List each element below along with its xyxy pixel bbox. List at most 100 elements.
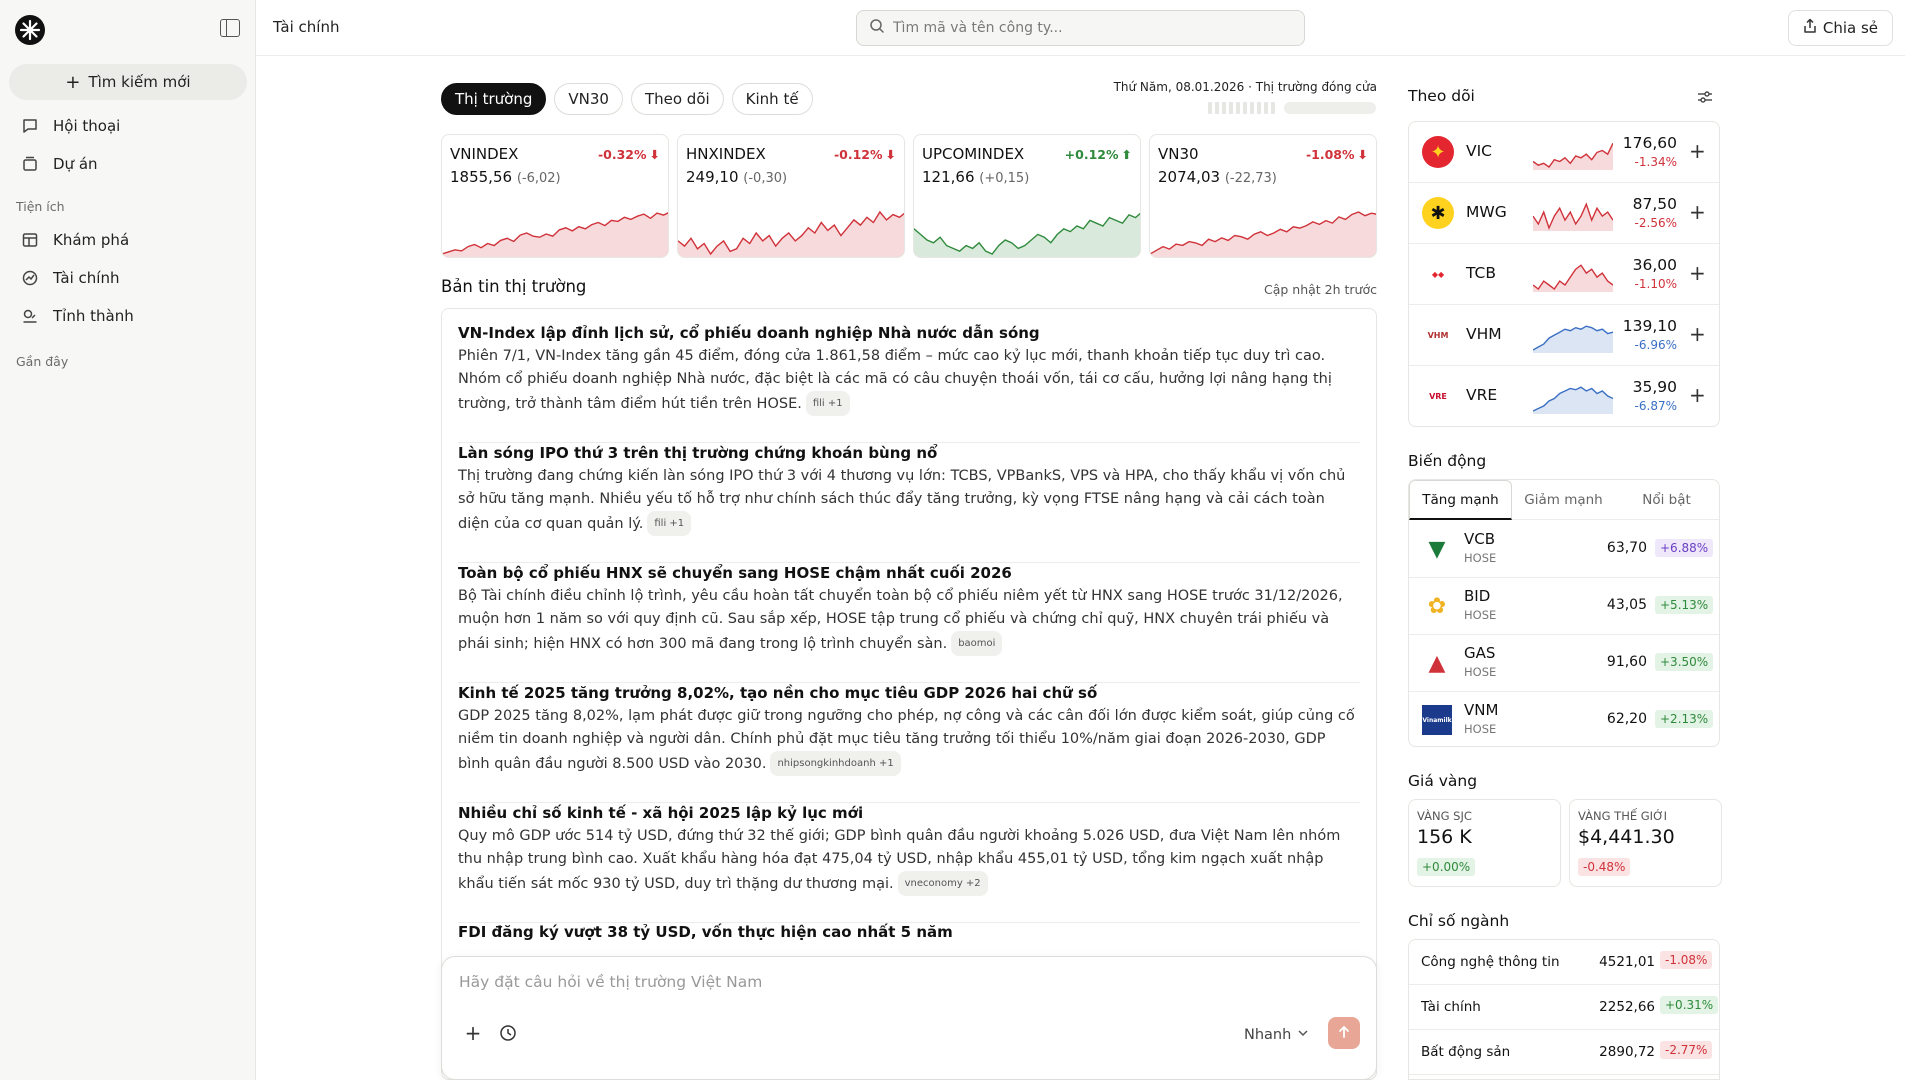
- add-plus-icon[interactable]: +: [1689, 200, 1706, 224]
- news-item[interactable]: Làn sóng IPO thứ 3 trên thị trường chứng…: [458, 443, 1360, 563]
- tab-top-gainers[interactable]: Tăng mạnh: [1409, 480, 1512, 520]
- add-plus-icon[interactable]: +: [1689, 383, 1706, 407]
- watchlist-row[interactable]: ✦ VIC 176,60 -1.34% +: [1409, 122, 1719, 183]
- tab-watchlist[interactable]: Theo dõi: [630, 83, 724, 115]
- search-box[interactable]: [856, 10, 1305, 46]
- news-item[interactable]: Kinh tế 2025 tăng trưởng 8,02%, tạo nền …: [458, 683, 1360, 803]
- sidebar: + Tìm kiếm mới Hội thoại Dự án Tiện ích …: [0, 0, 256, 1080]
- watchlist-row[interactable]: VHM VHM 139,10 -6.96% +: [1409, 305, 1719, 366]
- sparkline-area: [442, 212, 668, 257]
- news-body-text: Bộ Tài chính điều chỉnh lộ trình, yêu cầ…: [458, 588, 1343, 652]
- plus-icon: +: [65, 71, 81, 93]
- new-search-label: Tìm kiếm mới: [88, 73, 191, 91]
- index-sparkline: [442, 212, 668, 257]
- tab-vn30[interactable]: VN30: [554, 83, 623, 115]
- index-percent-value: -1.08%: [1305, 147, 1355, 162]
- share-button[interactable]: Chia sẻ: [1787, 10, 1893, 46]
- watchlist-row[interactable]: ✱ MWG 87,50 -2.56% +: [1409, 183, 1719, 244]
- news-item[interactable]: VN-Index lập đỉnh lịch sử, cổ phiếu doan…: [458, 323, 1360, 443]
- gold-value: 156 K: [1417, 826, 1472, 848]
- mover-row[interactable]: ▲ GAS HOSE 91,60 +3.50%: [1409, 635, 1719, 692]
- watchlist-sparkline: [1532, 264, 1614, 292]
- news-source-badge[interactable]: fili +1: [805, 391, 850, 416]
- index-card-hnxindex[interactable]: HNXINDEX -0.12% ⬇ 249,10 (-0,30): [677, 134, 905, 258]
- sector-name: Tài chính: [1421, 999, 1481, 1015]
- add-plus-icon[interactable]: +: [1689, 139, 1706, 163]
- news-source-badge[interactable]: fili +1: [647, 511, 692, 536]
- watchlist-sparkline: [1532, 202, 1614, 231]
- index-percent-value: -0.32%: [597, 147, 647, 162]
- sector-row[interactable]: Bất động sản 2890,72 -2.77%: [1409, 1030, 1719, 1075]
- change-badge: +3.50%: [1655, 653, 1714, 671]
- watchlist-sparkline-box: [1532, 380, 1614, 414]
- filter-settings-icon[interactable]: [1696, 88, 1714, 106]
- news-item[interactable]: Nhiều chỉ số kinh tế - xã hội 2025 lập k…: [458, 803, 1360, 923]
- index-card-upcomindex[interactable]: UPCOMINDEX +0.12% ⬆ 121,66 (+0,15): [913, 134, 1141, 258]
- change-badge: +5.13%: [1655, 596, 1714, 614]
- gold-card[interactable]: VÀNG THẾ GIỚI $4,441.30 -0.48%: [1569, 799, 1722, 887]
- news-title: VN-Index lập đỉnh lịch sử, cổ phiếu doan…: [458, 324, 1040, 342]
- sidebar-item-provinces[interactable]: Tỉnh thành: [9, 299, 247, 333]
- sidebar-item-label: Khám phá: [53, 231, 130, 249]
- sector-value: 4521,01: [1599, 954, 1655, 970]
- attach-plus-icon[interactable]: +: [459, 1019, 487, 1047]
- chat-textarea[interactable]: [459, 973, 1349, 1003]
- new-search-button[interactable]: + Tìm kiếm mới: [9, 64, 247, 100]
- app-logo-icon[interactable]: [15, 15, 45, 45]
- index-card-vnindex[interactable]: VNINDEX -0.32% ⬇ 1855,56 (-6,02): [441, 134, 669, 258]
- index-percent-change: -0.12% ⬇: [834, 147, 896, 162]
- ticker-symbol: BID: [1464, 587, 1491, 605]
- watchlist-panel: ✦ VIC 176,60 -1.34% + ✱ MWG 87,50 -2.56% + ◆◆ TCB 36…: [1408, 121, 1720, 427]
- tab-top-losers[interactable]: Giảm mạnh: [1512, 480, 1615, 520]
- change-badge: +2.13%: [1655, 710, 1714, 728]
- company-logo-vnm-icon: Vinamilk: [1422, 705, 1452, 735]
- sidebar-item-discover[interactable]: Khám phá: [9, 223, 247, 257]
- add-plus-icon[interactable]: +: [1689, 322, 1706, 346]
- watchlist-row[interactable]: VRE VRE 35,90 -6.87% +: [1409, 366, 1719, 427]
- index-card-vn30[interactable]: VN30 -1.08% ⬇ 2074,03 (-22,73): [1149, 134, 1377, 258]
- send-button[interactable]: [1328, 1017, 1360, 1049]
- news-body: Bộ Tài chính điều chỉnh lộ trình, yêu cầ…: [458, 585, 1360, 656]
- add-plus-icon[interactable]: +: [1689, 261, 1706, 285]
- mover-row[interactable]: Vinamilk VNM HOSE 62,20 +2.13%: [1409, 692, 1719, 746]
- news-source-badge[interactable]: nhipsongkinhdoanh +1: [770, 751, 901, 776]
- sector-row[interactable]: Công nghệ thông tin 4521,01 -1.08%: [1409, 940, 1719, 985]
- ticker-price: 36,00: [1632, 256, 1677, 274]
- tab-market[interactable]: Thị trường: [441, 83, 547, 115]
- top-bar: Tài chính Chia sẻ: [256, 0, 1905, 56]
- ticker-price: 63,70: [1606, 540, 1647, 556]
- search-input[interactable]: [893, 20, 1293, 36]
- news-source-badge[interactable]: baomoi: [951, 631, 1003, 656]
- exchange-label: HOSE: [1464, 608, 1497, 622]
- gold-label: VÀNG SJC: [1417, 809, 1472, 823]
- history-clock-icon[interactable]: [494, 1019, 522, 1047]
- gold-card[interactable]: VÀNG SJC 156 K +0.00%: [1408, 799, 1561, 887]
- tab-featured[interactable]: Nổi bật: [1615, 480, 1718, 520]
- sparkline-area: [1533, 265, 1613, 292]
- sectors-panel: Công nghệ thông tin 4521,01 -1.08% Tài chín…: [1408, 939, 1720, 1080]
- sidebar-item-conversations[interactable]: Hội thoại: [9, 109, 247, 143]
- ticker-symbol: VHM: [1466, 325, 1502, 343]
- gold-heading: Giá vàng: [1408, 772, 1478, 790]
- tab-economy[interactable]: Kinh tế: [731, 83, 813, 115]
- company-logo-bid-icon: ✿: [1427, 593, 1447, 619]
- section-recent-label: Gần đây: [16, 354, 69, 369]
- speed-select[interactable]: Nhanh: [1244, 1021, 1309, 1049]
- sidebar-item-projects[interactable]: Dự án: [9, 147, 247, 181]
- watchlist-sparkline-box: [1532, 319, 1614, 353]
- index-value-number: 121,66: [922, 168, 975, 186]
- news-item[interactable]: Toàn bộ cổ phiếu HNX sẽ chuyển sang HOSE…: [458, 563, 1360, 683]
- company-logo-vic-icon: ✦: [1422, 136, 1454, 168]
- sidebar-item-finance[interactable]: Tài chính: [9, 261, 247, 295]
- mover-row[interactable]: ✿ BID HOSE 43,05 +5.13%: [1409, 578, 1719, 635]
- arrow-up-icon: [1337, 1024, 1351, 1043]
- news-source-badge[interactable]: vneconomy +2: [897, 871, 988, 896]
- index-value-number: 2074,03: [1158, 168, 1221, 186]
- sector-row[interactable]: Tài chính 2252,66 +0.31%: [1409, 985, 1719, 1030]
- news-title: Kinh tế 2025 tăng trưởng 8,02%, tạo nền …: [458, 684, 1098, 702]
- change-badge: +0.00%: [1417, 858, 1476, 876]
- watchlist-row[interactable]: ◆◆ TCB 36,00 -1.10% +: [1409, 244, 1719, 305]
- mover-row[interactable]: ▼ VCB HOSE 63,70 +6.88%: [1409, 521, 1719, 578]
- index-value-change: (+0,15): [979, 171, 1030, 186]
- sidebar-toggle-icon[interactable]: [220, 19, 240, 37]
